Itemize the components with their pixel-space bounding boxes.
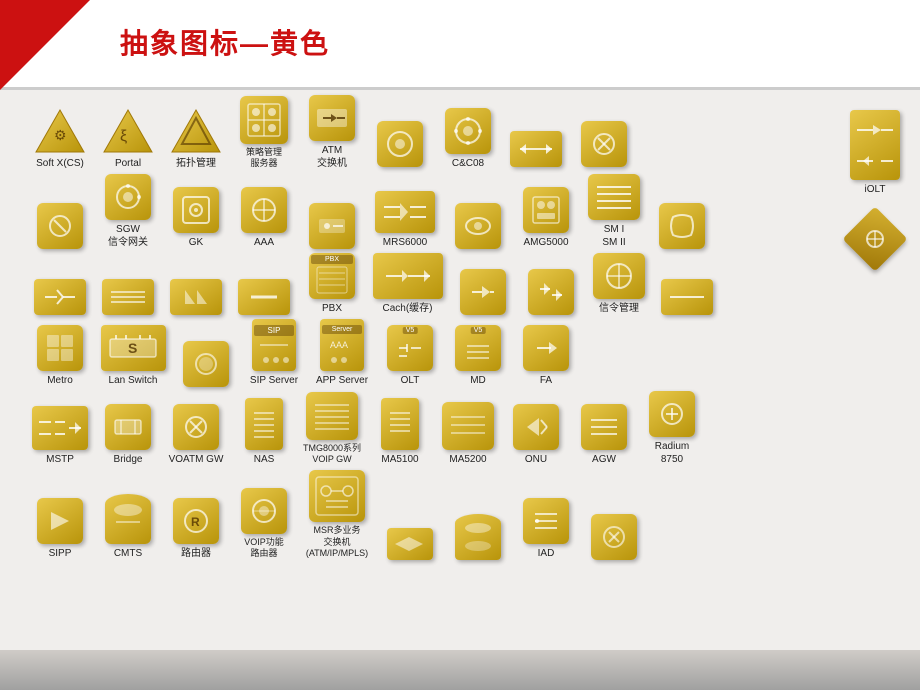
icon-r3-10 (657, 279, 717, 315)
footer (0, 650, 920, 690)
icon-sig-mgmt: 信令管理 (589, 253, 649, 315)
icon-soft-x-cs: ⚙ Soft X(CS) (30, 108, 90, 170)
icon-msr: MSR多业务交换机(ATM/IP/MPLS) (302, 470, 372, 560)
icon-voip-router: VOIP功能路由器 (234, 488, 294, 560)
icon-router: R 路由器 (166, 498, 226, 560)
icon-topology: 拓扑管理 (166, 108, 226, 170)
icon-r3-4 (234, 279, 294, 315)
icon-ma5100: MA5100 (370, 398, 430, 466)
icon-cmts: CMTS (98, 494, 158, 560)
icon-row-2: SGW信令网关 GK AAA MRS6000 (30, 174, 910, 249)
icon-iolt: iOLT (845, 110, 905, 196)
icon-blank-r2-10 (652, 203, 712, 249)
icon-blank-r2-5 (302, 203, 362, 249)
svg-text:⚙: ⚙ (54, 127, 67, 143)
header: 抽象图标—黄色 (0, 0, 920, 90)
icon-mrs6000: MRS6000 (370, 191, 440, 249)
icon-blank-r2-1 (30, 203, 90, 249)
icon-sip-server: SIP SIP Server (244, 319, 304, 387)
icon-atm-switch: ATM交换机 (302, 95, 362, 170)
icon-voatm-gw: VOATM GW (166, 404, 226, 466)
icon-right-decorative (845, 216, 905, 262)
icon-row-3: PBX PBX Cach(缓存) 信令管理 (30, 253, 910, 315)
icon-blank-r1-8 (506, 131, 566, 170)
icon-grid: ⚙ Soft X(CS) ξ Portal 拓扑管理 策略管理服务器 ATM交换… (30, 95, 910, 645)
icon-r3-7 (453, 269, 513, 315)
icon-r6-blank2 (448, 514, 508, 560)
icon-aaa: AAA (234, 187, 294, 249)
icon-sgw: SGW信令网关 (98, 174, 158, 249)
icon-agw: AGW (574, 404, 634, 466)
icon-olt: V5 OLT (380, 325, 440, 387)
page-title: 抽象图标—黄色 (120, 22, 330, 62)
icon-pbx: PBX PBX (302, 253, 362, 315)
icon-bridge: Bridge (98, 404, 158, 466)
icon-row-5: MSTP Bridge VOATM GW NAS TMG8000系列VOIP G (30, 391, 910, 466)
svg-text:AAA: AAA (330, 340, 348, 350)
icon-r6-blank1 (380, 528, 440, 560)
svg-text:S: S (128, 340, 137, 356)
icon-portal: ξ Portal (98, 108, 158, 170)
icon-sipp: SIPP (30, 498, 90, 560)
icon-blank-r1-9 (574, 121, 634, 170)
icon-lan-switch: S Lan Switch (98, 325, 168, 387)
icon-md: V5 MD (448, 325, 508, 387)
icon-gk: GK (166, 187, 226, 249)
icon-app-server: Server AAA APP Server (312, 319, 372, 387)
icon-sm1sm2: SM ISM II (584, 174, 644, 249)
icon-cache: Cach(缓存) (370, 253, 445, 315)
header-triangle (0, 0, 90, 90)
icon-nas: NAS (234, 398, 294, 466)
icon-r6-blank3 (584, 514, 644, 560)
svg-text:R: R (191, 515, 200, 529)
icon-row-6: SIPP CMTS R 路由器 VOIP功能路由器 MSR多业务交换机(ATM/… (30, 470, 910, 560)
icon-policy-server: 策略管理服务器 (234, 96, 294, 170)
icon-metro: Metro (30, 325, 90, 387)
icon-blank-r4-3 (176, 341, 236, 387)
icon-r3-1 (30, 279, 90, 315)
icon-mstp: MSTP (30, 406, 90, 466)
icon-onu: ONU (506, 404, 566, 466)
svg-text:ξ: ξ (120, 128, 127, 145)
icon-r3-2 (98, 279, 158, 315)
icon-row-4: Metro S Lan Switch SIP SIP Server (30, 319, 910, 387)
icon-r3-3 (166, 279, 226, 315)
icon-tmg8000: TMG8000系列VOIP GW (302, 392, 362, 466)
right-panel: iOLT (845, 110, 905, 262)
icon-row-1: ⚙ Soft X(CS) ξ Portal 拓扑管理 策略管理服务器 ATM交换… (30, 95, 910, 170)
icon-radium8750: Radium8750 (642, 391, 702, 466)
icon-blank-r1-6 (370, 121, 430, 170)
icon-cc08: C&C08 (438, 108, 498, 170)
icon-fa: FA (516, 325, 576, 387)
icon-iad: IAD (516, 498, 576, 560)
icon-amg5000: AMG5000 (516, 187, 576, 249)
icon-blank-r2-7 (448, 203, 508, 249)
icon-r3-8 (521, 269, 581, 315)
icon-ma5200: MA5200 (438, 402, 498, 466)
